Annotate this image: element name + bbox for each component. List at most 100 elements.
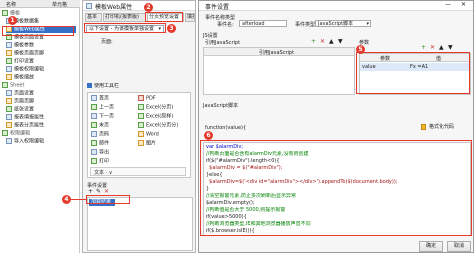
event-name-field[interactable]: afterload <box>239 20 287 27</box>
add-ref-icon[interactable]: + <box>311 38 316 45</box>
format-code-button[interactable]: 格式化代码 <box>421 124 471 132</box>
annotation-box-left-item <box>2 26 74 36</box>
param-up-icon[interactable]: ▲ <box>439 44 444 51</box>
left-item-label: 模板数据集 <box>14 18 40 25</box>
export-format-label: Word <box>146 131 159 138</box>
ok-button[interactable]: 确定 <box>419 241 443 252</box>
folder-icon <box>2 10 8 16</box>
event-name-type-label: 事件名称类型 <box>205 15 236 21</box>
export-format-item[interactable]: Excel(原样) <box>138 113 188 120</box>
export-format-item[interactable]: PDF <box>138 95 188 102</box>
export-format-item[interactable]: Word <box>138 131 188 138</box>
left-item-label: 导入权限编辑 <box>14 138 45 145</box>
badge-6: 6 <box>204 131 213 140</box>
left-panel-item[interactable]: 纸张设置 <box>6 106 76 113</box>
edit-event-icon[interactable]: ✎ <box>96 188 101 195</box>
event-type-value: JavaScript脚本 <box>318 21 354 27</box>
toolbar-checkbox-label: 使用工具栏 <box>94 83 120 89</box>
left-panel-item[interactable]: 页眉页脚 <box>6 98 76 105</box>
col-header-cell: 单元格 <box>52 2 68 8</box>
format-code-icon <box>421 124 426 130</box>
left-item-label: 报表分页属性 <box>14 122 45 129</box>
tab-0[interactable]: 基本 <box>85 13 102 22</box>
web-dialog-titlebar: 模板Web属性 <box>83 1 195 11</box>
toolbar-item[interactable]: 上一页 <box>91 104 131 111</box>
excel-icon <box>138 113 144 119</box>
tab-label: 基本 <box>87 14 98 20</box>
left-panel-item[interactable]: 模板页眉页脚 <box>6 50 76 57</box>
left-panel-item[interactable]: 页面设置 <box>6 90 76 97</box>
app-icon <box>86 3 92 9</box>
tab-1[interactable]: 打印机(报表版) <box>103 13 146 22</box>
export-format-item[interactable]: Excel(分页分) <box>138 122 188 129</box>
toolbar-row[interactable]: 文本 · ∨ <box>90 167 186 176</box>
left-panel-item[interactable]: 模板参数 <box>6 42 76 49</box>
left-item-label: 纸张设置 <box>14 106 35 113</box>
event-dialog-titlebar: 事件设置 — ✕ <box>199 1 473 11</box>
tab-3[interactable]: 填报页面设置 <box>185 13 195 22</box>
export-format-item[interactable]: 图片 <box>138 140 188 147</box>
left-panel-item[interactable]: 模板权限编辑 <box>6 66 76 73</box>
delete-event-icon[interactable]: ✕ <box>104 188 109 195</box>
toolbar-item-label: 打印 <box>99 158 110 165</box>
toolbar-checkbox-box <box>87 83 92 88</box>
cancel-button[interactable]: 取消 <box>447 241 471 252</box>
toolbar-item[interactable]: 下一页 <box>91 113 131 120</box>
toolbar-item-label: 首页 <box>99 95 110 102</box>
export-format-label: PDF <box>146 95 156 102</box>
toolbar-item[interactable]: 导出 <box>91 149 131 156</box>
badge-4: 4 <box>62 195 71 204</box>
event-type-label: 事件类型 <box>295 22 316 28</box>
move-down-icon[interactable]: ▼ <box>338 38 343 45</box>
left-item-label: 打印设置 <box>14 58 35 65</box>
export-format-label: Excel(原样) <box>146 113 174 120</box>
left-item-label: 报表填报属性 <box>14 114 45 121</box>
left-item-label: Sheet <box>10 82 25 89</box>
export-format-item[interactable]: Excel(分页) <box>138 104 188 111</box>
export-format-label: Excel(分页分) <box>146 122 179 129</box>
excel-icon <box>138 122 144 128</box>
add-param-icon[interactable]: + <box>421 44 426 51</box>
left-panel-item[interactable]: 模板缩放 <box>6 74 76 81</box>
add-event-icon[interactable]: + <box>88 188 93 195</box>
toolbar-item[interactable]: 末页 <box>91 122 131 129</box>
toolbar-item-label: 邮件 <box>99 140 110 147</box>
toolbar-item-label: 页码 <box>99 131 110 138</box>
toolbar-item-label: 导出 <box>99 149 110 156</box>
toolbar-item-label: 上一页 <box>99 104 115 111</box>
event-type-select[interactable]: JavaScript脚本 ▾ <box>315 20 371 27</box>
tab-label: 打印机(报表版) <box>105 14 139 20</box>
export-icon <box>91 149 97 155</box>
left-panel-item[interactable]: 导入权限编辑 <box>6 138 76 145</box>
toolbar-item[interactable]: 页码 <box>91 131 131 138</box>
cancel-label: 取消 <box>453 243 464 249</box>
delete-param-icon[interactable]: ✕ <box>430 44 435 51</box>
ref-js-toolbar: + ✕ ▲ ▼ <box>311 38 355 46</box>
left-panel-item[interactable]: 报表分页属性 <box>6 122 76 129</box>
left-panel-item[interactable]: 打印设置 <box>6 58 76 65</box>
params-toolbar: + ✕ ▲ ▼ <box>421 44 471 52</box>
move-up-icon[interactable]: ▲ <box>329 38 334 45</box>
toolbar-item[interactable]: 打印 <box>91 158 131 165</box>
folder-icon <box>2 82 8 88</box>
toolbar-item[interactable]: 邮件 <box>91 140 131 147</box>
param-down-icon[interactable]: ▼ <box>448 44 453 51</box>
delete-ref-icon[interactable]: ✕ <box>320 38 325 45</box>
close-icon[interactable]: ✕ <box>461 1 466 8</box>
toolbar-item[interactable]: 首页 <box>91 95 131 102</box>
toolbar-item-label: 下一页 <box>99 113 115 120</box>
ref-js-header: 引用JavaScript <box>204 48 354 56</box>
tab-label: 填报页面设置 <box>187 14 194 20</box>
minimize-icon[interactable]: — <box>445 1 451 8</box>
left-panel-item[interactable]: 报表填报属性 <box>6 114 76 121</box>
ok-label: 确定 <box>425 243 436 249</box>
left-item-label: 模板参数 <box>14 42 35 49</box>
left-panel: 名称 单元格 模板 模板数据集 模板Web属性 模板页面设置 模板参数 模板页眉页脚 打印设… <box>0 0 80 253</box>
toolbar-checkbox[interactable]: 使用工具栏 <box>87 83 147 90</box>
left-item-label: 页面设置 <box>14 90 35 97</box>
left-item-label: 模板权限编辑 <box>14 66 45 73</box>
export-format-label: Excel(分页) <box>146 104 174 111</box>
ref-js-column: 引用JavaScript <box>259 50 295 56</box>
left-panel-header: 名称 单元格 <box>0 0 80 8</box>
event-name-prefix: 事件名: <box>217 22 234 28</box>
